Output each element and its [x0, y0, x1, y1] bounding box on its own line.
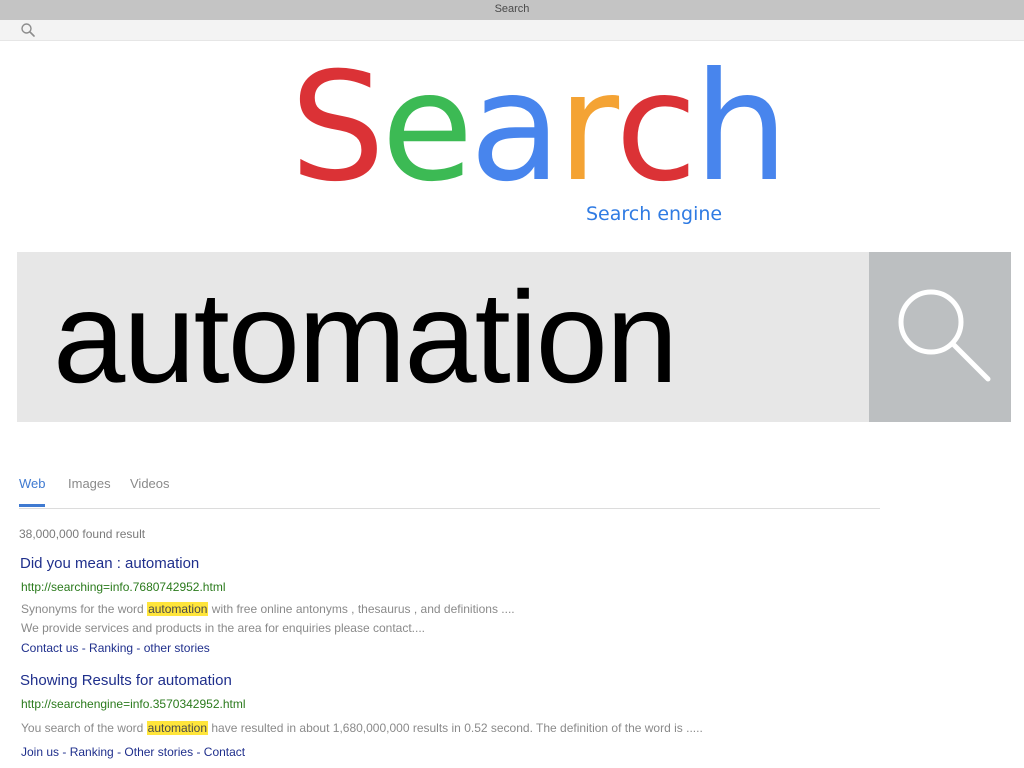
tab-web[interactable]: Web — [19, 476, 46, 491]
link-ranking[interactable]: Ranking — [70, 745, 114, 759]
link-separator: - — [113, 745, 125, 759]
result-url[interactable]: http://searchengine=info.3570342952.html — [21, 697, 246, 711]
tab-images[interactable]: Images — [68, 476, 111, 491]
search-logo: Search — [290, 41, 789, 215]
snippet-highlight: automation — [147, 602, 209, 616]
snippet-text: with free online antonyms , thesaurus , … — [208, 602, 515, 616]
result-links: Join us - Ranking - Other stories - Cont… — [21, 745, 245, 759]
snippet-text: have resulted in about 1,680,000,000 res… — [208, 721, 703, 735]
tab-videos[interactable]: Videos — [130, 476, 170, 491]
result-snippet: Synonyms for the word automation with fr… — [21, 602, 515, 616]
logo-letter: e — [381, 41, 473, 215]
search-button[interactable] — [869, 252, 1011, 422]
window-titlebar: Search — [0, 0, 1024, 20]
snippet-text: You search of the word — [21, 721, 147, 735]
active-tab-indicator — [19, 504, 45, 507]
results-count: 38,000,000 found result — [19, 527, 146, 541]
address-bar[interactable] — [0, 20, 1024, 41]
link-separator: - — [78, 641, 90, 655]
search-icon — [898, 289, 991, 382]
result-title[interactable]: Did you mean : automation — [20, 555, 199, 572]
link-other-stories[interactable]: other stories — [144, 641, 210, 655]
window-title: Search — [494, 3, 530, 15]
logo-letter: c — [615, 41, 698, 215]
link-separator: - — [193, 745, 204, 759]
link-ranking[interactable]: Ranking — [89, 641, 133, 655]
search-icon[interactable] — [20, 22, 36, 38]
logo-letter: S — [290, 41, 385, 215]
logo-letter: h — [693, 41, 789, 215]
result-tabs: Web Images Videos — [19, 474, 880, 509]
result-title[interactable]: Showing Results for automation — [20, 672, 232, 689]
link-separator: - — [59, 745, 70, 759]
link-contact[interactable]: Contact — [204, 745, 245, 759]
link-separator: - — [133, 641, 144, 655]
logo-letter: a — [469, 41, 562, 215]
result-url[interactable]: http://searching=info.7680742952.html — [21, 580, 225, 594]
logo-tagline: Search engine — [586, 203, 723, 225]
result-snippet: We provide services and products in the … — [21, 621, 425, 635]
result-snippet: You search of the word automation have r… — [21, 721, 703, 735]
logo-letter: r — [557, 41, 619, 215]
link-join-us[interactable]: Join us — [21, 745, 59, 759]
search-input[interactable] — [17, 252, 869, 422]
link-contact-us[interactable]: Contact us — [21, 641, 78, 655]
result-links: Contact us - Ranking - other stories — [21, 641, 210, 655]
link-other-stories[interactable]: Other stories — [124, 745, 193, 759]
snippet-text: Synonyms for the word — [21, 602, 148, 616]
snippet-highlight: automation — [146, 721, 209, 735]
